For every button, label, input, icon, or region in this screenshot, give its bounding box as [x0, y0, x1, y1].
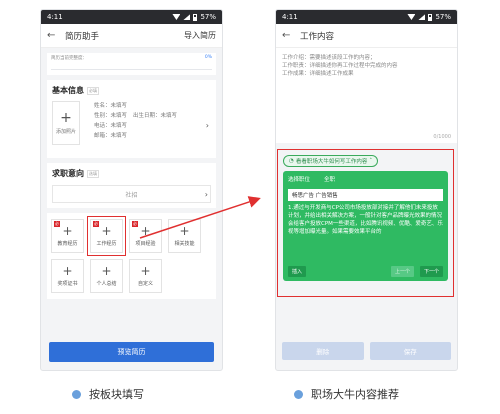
optional-tag: 选填: [87, 169, 99, 178]
basic-info-fields: 姓名：未填写 性别：未填写 出生日期：未填写 电话：未填写 邮箱：未填写: [94, 101, 177, 141]
tile-awards[interactable]: + 奖项证书: [51, 259, 84, 293]
plus-icon: +: [60, 110, 72, 126]
plus-icon: +: [62, 224, 73, 238]
plus-icon: +: [140, 224, 151, 238]
tile-summary[interactable]: + 个人总结: [90, 259, 123, 293]
back-arrow-icon[interactable]: ←: [47, 30, 61, 41]
required-tag: 必填: [87, 86, 99, 95]
caption-left: 按板块填写: [72, 386, 144, 402]
work-content-textarea[interactable]: 工作介绍：需要描述该段工作的内容； 工作职责：详细描述你再工作过程中完成的内容 …: [276, 48, 457, 134]
insert-button[interactable]: 插入: [288, 266, 307, 277]
caption-left-text: 按板块填写: [89, 388, 144, 401]
bulb-icon: ◔: [289, 158, 294, 164]
plus-icon: +: [101, 224, 112, 238]
select-position-dropdown[interactable]: 选择职位: [288, 175, 310, 183]
work-content-screen: 4:11 57% ← 工作内容 工作介绍：需要描述该段工作的内容； 工作职责：详…: [275, 9, 458, 371]
battery-percent: 57%: [435, 13, 451, 21]
save-button[interactable]: 保存: [369, 342, 451, 360]
job-intent-value: 社招: [125, 191, 138, 199]
status-time: 4:11: [47, 13, 63, 21]
tile-project-experience[interactable]: 必 + 项目经验: [129, 219, 162, 253]
app-bar: ← 工作内容: [276, 24, 457, 48]
tip-pill-label: 看看职场大牛如何写工作内容: [295, 159, 368, 165]
hint-line: 工作职责：详细描述你再工作过程中完成的内容: [282, 63, 398, 69]
caption-right: 职场大牛内容推荐: [294, 386, 399, 402]
resume-block-grid: 必 + 教育经历 必 + 工作经历 必 + 项目经验 + 相关技能 + 奖项证书: [47, 213, 216, 299]
add-photo-label: 添加照片: [55, 129, 76, 135]
required-badge: 必: [54, 221, 60, 227]
chevron-up-icon: ˄: [369, 158, 373, 164]
required-badge: 必: [132, 221, 138, 227]
example-content: 1.通过与开发商与CP公司市场投放部对接并了解他们未来投放计划，并给出相关解决方…: [288, 205, 443, 235]
completeness-text: 简历当前完整度：: [51, 56, 87, 61]
plus-icon: +: [140, 264, 151, 278]
required-badge: 必: [93, 221, 99, 227]
hint-line: 工作介绍：需要描述该段工作的内容；: [282, 55, 376, 61]
resume-assistant-screen: 4:11 57% ← 简历助手 导入简历 简历当前完整度： 0% 基本信息 必填: [40, 9, 223, 371]
hint-line: 工作成果：详细描述工作成果: [282, 71, 354, 77]
page-title: 工作内容: [300, 31, 335, 42]
signal-icon: [183, 14, 191, 20]
field-gender: 性别：未填写: [94, 113, 128, 119]
add-photo-button[interactable]: + 添加照片: [52, 101, 80, 145]
tile-label: 自定义: [137, 281, 153, 287]
completeness-bar: [51, 69, 212, 70]
wifi-icon: [407, 14, 416, 20]
status-bar: 4:11 57%: [276, 10, 457, 24]
tile-education[interactable]: 必 + 教育经历: [51, 219, 84, 253]
next-button[interactable]: 下一个: [419, 266, 443, 277]
battery-icon: [193, 13, 198, 21]
battery-icon: [428, 13, 433, 21]
battery-percent: 57%: [200, 13, 216, 21]
delete-button[interactable]: 删除: [282, 342, 364, 360]
tile-label: 个人总结: [96, 281, 117, 287]
tile-label: 相关技能: [174, 241, 195, 247]
completeness-card: 简历当前完整度： 0%: [47, 53, 216, 75]
job-intent-field[interactable]: 社招 ›: [52, 185, 211, 203]
field-phone: 电话：未填写: [94, 123, 128, 129]
plus-icon: +: [179, 224, 190, 238]
wifi-icon: [172, 14, 181, 20]
char-counter: 0/1000: [276, 134, 457, 143]
example-position: 畅思广告 广告销售: [288, 189, 443, 201]
job-type-dropdown[interactable]: 全职: [324, 175, 335, 183]
tile-work-experience[interactable]: 必 + 工作经历: [87, 216, 126, 256]
plus-icon: +: [101, 264, 112, 278]
comparison-canvas: 4:11 57% ← 简历助手 导入简历 简历当前完整度： 0% 基本信息 必填: [0, 0, 500, 414]
bullet-dot-icon: [72, 389, 81, 399]
tile-label: 奖项证书: [57, 281, 78, 287]
page-title: 简历助手: [65, 31, 100, 42]
preview-resume-button[interactable]: 预览简历: [49, 342, 214, 362]
field-name: 姓名：未填写: [94, 103, 128, 109]
job-intent-section[interactable]: 求职意向 选填 社招 ›: [47, 163, 216, 208]
tile-label: 工作经历: [96, 241, 117, 247]
field-birth: 出生日期：未填写: [133, 113, 178, 119]
tile-label: 教育经历: [57, 241, 78, 247]
chevron-right-icon: ›: [204, 189, 208, 199]
plus-icon: +: [62, 264, 73, 278]
basic-info-title: 基本信息: [52, 86, 84, 95]
signal-icon: [418, 14, 426, 20]
completeness-percent: 0%: [204, 55, 212, 60]
app-bar: ← 简历助手 导入简历: [41, 24, 222, 48]
tile-skills[interactable]: + 相关技能: [168, 219, 201, 253]
import-resume-button[interactable]: 导入简历: [184, 30, 216, 41]
previous-button[interactable]: 上一个: [390, 266, 414, 277]
status-time: 4:11: [282, 13, 298, 21]
basic-info-section[interactable]: 基本信息 必填 + 添加照片 姓名：未填写 性别：未填写 出生日期：未填写 电话…: [47, 80, 216, 158]
job-intent-title: 求职意向: [52, 169, 84, 178]
field-email: 邮箱：未填写: [94, 133, 128, 139]
tile-custom[interactable]: + 自定义: [129, 259, 162, 293]
chevron-right-icon[interactable]: ›: [206, 121, 209, 130]
expert-example-card: 选择职位 全职 畅思广告 广告销售 1.通过与开发商与CP公司市场投放部对接并了…: [283, 171, 448, 281]
status-bar: 4:11 57%: [41, 10, 222, 24]
back-arrow-icon[interactable]: ←: [282, 30, 296, 41]
expert-tip-toggle[interactable]: ◔ 看看职场大牛如何写工作内容 ˄: [283, 155, 379, 167]
caption-right-text: 职场大牛内容推荐: [311, 388, 399, 401]
bullet-dot-icon: [294, 389, 303, 399]
bottom-actions: 删除 保存: [282, 342, 451, 360]
tile-label: 项目经验: [135, 241, 156, 247]
